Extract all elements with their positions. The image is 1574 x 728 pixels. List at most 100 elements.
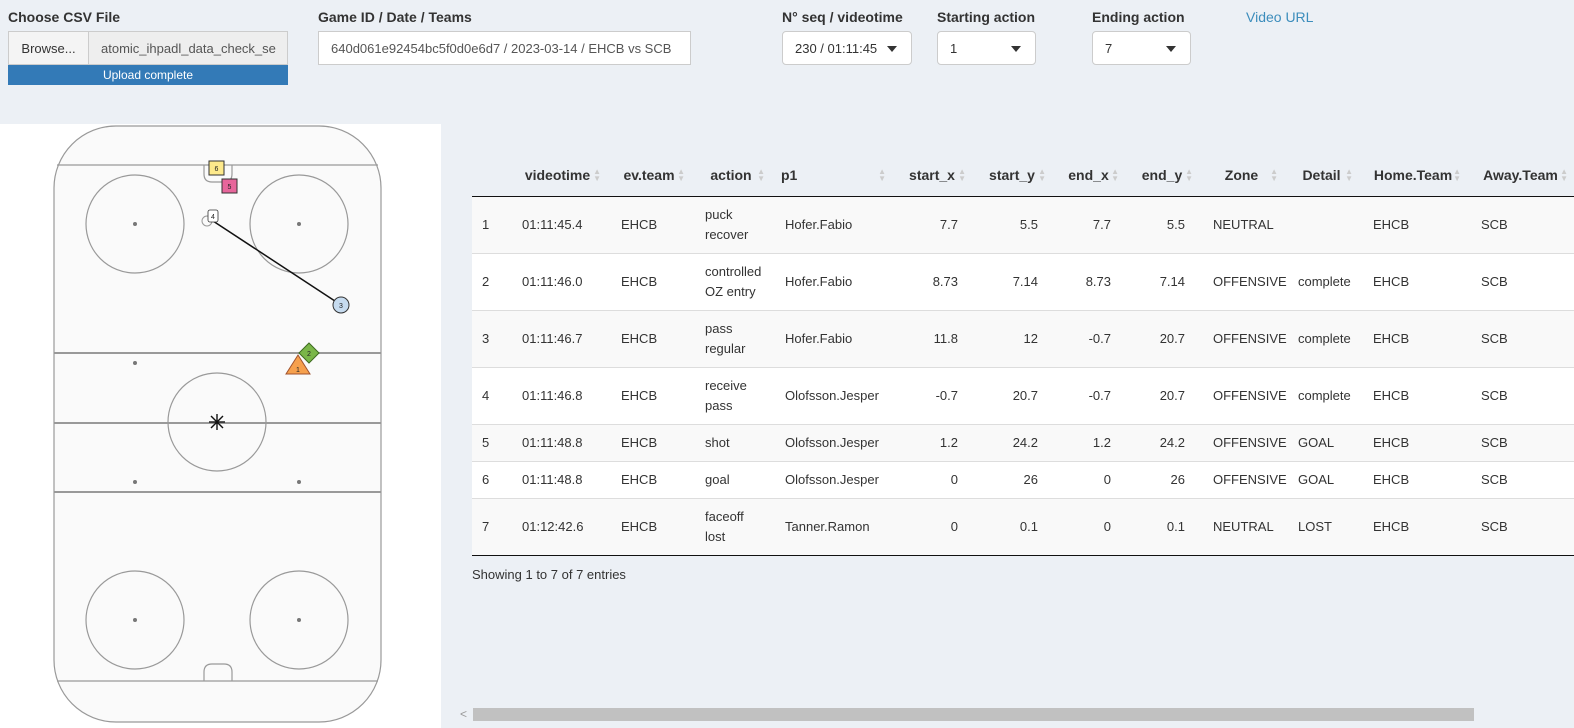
- end-action-select[interactable]: 7: [1092, 31, 1191, 65]
- cell-index: 1: [472, 195, 508, 253]
- cell-start-x: 7.7: [892, 195, 972, 253]
- cell-home-team: EHCB: [1359, 460, 1467, 498]
- cell-start-y: 0.1: [972, 497, 1052, 556]
- cell-detail: GOAL: [1284, 460, 1359, 498]
- horizontal-scrollbar[interactable]: <: [456, 706, 1574, 723]
- scrollbar-thumb[interactable]: [473, 708, 1474, 721]
- chevron-down-icon: [1166, 46, 1176, 52]
- cell-home-team: EHCB: [1359, 497, 1467, 556]
- cell-start-y: 12: [972, 309, 1052, 367]
- scroll-left-icon[interactable]: <: [460, 707, 467, 721]
- column-header-videotime[interactable]: videotime ▲ ▼: [508, 155, 607, 197]
- cell-end-x: -0.7: [1052, 366, 1125, 424]
- video-url-link[interactable]: Video URL: [1246, 9, 1313, 25]
- csv-file-input[interactable]: Browse... atomic_ihpadl_data_check_se: [8, 31, 288, 65]
- marker-4-label: 4: [211, 214, 215, 221]
- cell-ev-team: EHCB: [607, 309, 691, 367]
- cell-end-x: -0.7: [1052, 309, 1125, 367]
- table-row[interactable]: 1 01:11:45.4 EHCB puck recover Hofer.Fabio 7.…: [472, 195, 1574, 253]
- cell-videotime: 01:11:48.8: [508, 460, 607, 498]
- cell-away-team: SCB: [1467, 252, 1574, 310]
- cell-index: 7: [472, 497, 508, 556]
- column-header-start-y[interactable]: start_y ▲ ▼: [972, 155, 1052, 197]
- sort-icon: ▲ ▼: [958, 167, 966, 183]
- end-action-value: 7: [1105, 40, 1113, 56]
- cell-end-x: 7.7: [1052, 195, 1125, 253]
- cell-zone: NEUTRAL: [1199, 497, 1284, 556]
- start-action-select[interactable]: 1: [937, 31, 1036, 65]
- marker-2-label: 2: [307, 351, 311, 358]
- csv-file-label: Choose CSV File: [8, 9, 121, 25]
- cell-end-x: 8.73: [1052, 252, 1125, 310]
- column-header-zone[interactable]: Zone ▲ ▼: [1199, 155, 1284, 197]
- table-info: Showing 1 to 7 of 7 entries: [472, 567, 626, 582]
- cell-end-y: 5.5: [1125, 195, 1199, 253]
- cell-action: receive pass: [691, 366, 771, 424]
- start-action-label: Starting action: [937, 9, 1036, 25]
- sort-icon: ▲ ▼: [1038, 167, 1046, 183]
- marker-5-label: 5: [228, 184, 232, 191]
- file-name-field[interactable]: atomic_ihpadl_data_check_se: [88, 31, 288, 65]
- sort-icon: ▲ ▼: [1560, 167, 1568, 183]
- cell-ev-team: EHCB: [607, 497, 691, 556]
- cell-start-y: 24.2: [972, 423, 1052, 461]
- column-header-end-x[interactable]: end_x ▲ ▼: [1052, 155, 1125, 197]
- cell-p1: Hofer.Fabio: [771, 252, 892, 310]
- sort-icon: ▲ ▼: [1185, 167, 1193, 183]
- column-header-away-team[interactable]: Away.Team ▲ ▼: [1467, 155, 1574, 197]
- table-row[interactable]: 2 01:11:46.0 EHCB controlled OZ entry Hofer.…: [472, 252, 1574, 310]
- sort-icon: ▲ ▼: [1111, 167, 1119, 183]
- column-header-ev-team[interactable]: ev.team ▲ ▼: [607, 155, 691, 197]
- cell-detail: GOAL: [1284, 423, 1359, 461]
- cell-videotime: 01:11:46.0: [508, 252, 607, 310]
- upload-progress-bar: Upload complete: [8, 65, 288, 85]
- column-header-start-x[interactable]: start_x ▲ ▼: [892, 155, 972, 197]
- seq-label: N° seq / videotime: [782, 9, 903, 25]
- cell-home-team: EHCB: [1359, 423, 1467, 461]
- sort-icon: ▲ ▼: [1345, 167, 1353, 183]
- chevron-down-icon: [1011, 46, 1021, 52]
- cell-away-team: SCB: [1467, 366, 1574, 424]
- cell-start-x: 0: [892, 497, 972, 556]
- cell-end-y: 20.7: [1125, 309, 1199, 367]
- cell-start-x: 0: [892, 460, 972, 498]
- game-input[interactable]: 640d061e92454bc5f0d0e6d7 / 2023-03-14 / …: [318, 31, 691, 65]
- table-header-row: videotime ▲ ▼ ev.team ▲ ▼ action ▲ ▼ p1 ▲ ▼ star…: [472, 155, 1574, 197]
- column-header-end-y[interactable]: end_y ▲ ▼: [1125, 155, 1199, 197]
- cell-end-y: 26: [1125, 460, 1199, 498]
- cell-p1: Tanner.Ramon: [771, 497, 892, 556]
- column-header-home-team[interactable]: Home.Team ▲ ▼: [1359, 155, 1467, 197]
- sort-icon: ▲ ▼: [878, 167, 886, 183]
- cell-end-x: 1.2: [1052, 423, 1125, 461]
- cell-away-team: SCB: [1467, 497, 1574, 556]
- cell-start-x: 8.73: [892, 252, 972, 310]
- cell-start-y: 26: [972, 460, 1052, 498]
- table-row[interactable]: 7 01:12:42.6 EHCB faceoff lost Tanner.Ramon 0…: [472, 497, 1574, 556]
- cell-away-team: SCB: [1467, 460, 1574, 498]
- cell-start-y: 5.5: [972, 195, 1052, 253]
- cell-start-x: 1.2: [892, 423, 972, 461]
- column-header-detail[interactable]: Detail ▲ ▼: [1284, 155, 1359, 197]
- browse-button[interactable]: Browse...: [8, 31, 88, 65]
- cell-index: 3: [472, 309, 508, 367]
- cell-p1: Hofer.Fabio: [771, 195, 892, 253]
- table-row[interactable]: 3 01:11:46.7 EHCB pass regular Hofer.Fabio 11…: [472, 309, 1574, 367]
- upload-progress: Upload complete: [8, 65, 288, 85]
- cell-action: faceoff lost: [691, 497, 771, 556]
- end-action-label: Ending action: [1092, 9, 1185, 25]
- column-header-p1[interactable]: p1 ▲ ▼: [771, 155, 892, 197]
- cell-away-team: SCB: [1467, 195, 1574, 253]
- cell-ev-team: EHCB: [607, 252, 691, 310]
- cell-videotime: 01:11:45.4: [508, 195, 607, 253]
- sort-icon: ▲ ▼: [677, 167, 685, 183]
- cell-zone: OFFENSIVE: [1199, 309, 1287, 367]
- cell-index: 2: [472, 252, 508, 310]
- cell-action: controlled OZ entry: [691, 252, 771, 310]
- seq-select[interactable]: 230 / 01:11:45: [782, 31, 912, 65]
- table-row[interactable]: 6 01:11:48.8 EHCB goal Olofsson.Jesper 0 26 0 26…: [472, 460, 1574, 498]
- column-header-index: [472, 155, 508, 197]
- column-header-action[interactable]: action ▲ ▼: [691, 155, 771, 197]
- cell-end-y: 0.1: [1125, 497, 1199, 556]
- table-row[interactable]: 4 01:11:46.8 EHCB receive pass Olofsson.Jesp…: [472, 366, 1574, 424]
- table-row[interactable]: 5 01:11:48.8 EHCB shot Olofsson.Jesper 1.2 24.…: [472, 423, 1574, 461]
